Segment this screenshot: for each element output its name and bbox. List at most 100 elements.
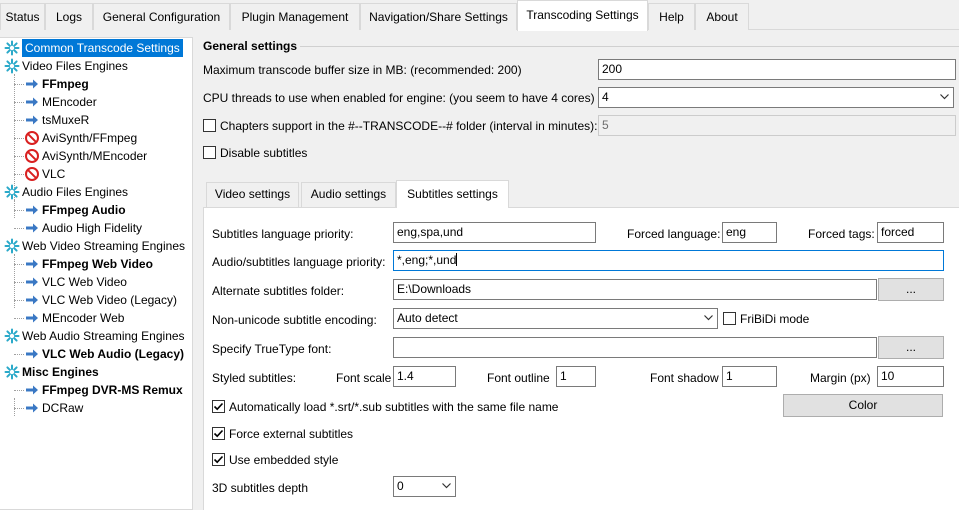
- subtitle-encoding-select[interactable]: Auto detect: [393, 308, 718, 329]
- tree-connector: [14, 390, 24, 391]
- cpu-threads-select[interactable]: 4: [598, 87, 954, 108]
- tab-video-settings[interactable]: Video settings: [206, 182, 299, 207]
- arrow-right-icon: [24, 274, 40, 290]
- subtitles-language-priority-input[interactable]: eng,spa,und: [393, 222, 596, 243]
- arrow-right-icon: [24, 382, 40, 398]
- font-scale-input[interactable]: 1.4: [393, 366, 456, 387]
- font-outline-input[interactable]: 1: [556, 366, 596, 387]
- tree-connector: [14, 318, 24, 319]
- font-shadow-label: Font shadow: [650, 371, 719, 385]
- tree-item-label: tsMuxeR: [42, 113, 90, 127]
- tab-audio-settings[interactable]: Audio settings: [301, 182, 396, 207]
- alternate-folder-input[interactable]: E:\Downloads: [393, 279, 877, 300]
- truetype-font-input[interactable]: [393, 337, 877, 358]
- arrow-right-icon: [24, 112, 40, 128]
- arrow-right-icon: [24, 76, 40, 92]
- text-cursor: [456, 253, 458, 266]
- tree-item-label: FFmpeg DVR-MS Remux: [42, 383, 183, 397]
- audio-subtitles-priority-label: Audio/subtitles language priority:: [212, 255, 386, 269]
- tree-connector: [14, 138, 24, 139]
- tab-navigation-share-settings[interactable]: Navigation/Share Settings: [360, 3, 517, 30]
- tab-about[interactable]: About: [695, 3, 749, 30]
- tree-connector: [14, 264, 24, 265]
- tree-item-label: DCRaw: [42, 401, 84, 415]
- forced-tags-input[interactable]: forced: [877, 222, 944, 243]
- margin-input[interactable]: 10: [877, 366, 944, 387]
- subtitle-encoding-value: Auto detect: [397, 311, 458, 325]
- forced-language-input[interactable]: eng: [722, 222, 777, 243]
- gear-icon: [4, 328, 20, 344]
- browse-folder-button[interactable]: ...: [878, 278, 944, 301]
- force-external-label: Force external subtitles: [229, 427, 354, 441]
- tab-subtitles-settings[interactable]: Subtitles settings: [396, 180, 509, 208]
- fribidi-checkbox[interactable]: [723, 312, 736, 325]
- tree-connector: [14, 398, 15, 416]
- gear-icon: [4, 364, 20, 380]
- tree-item-label: VLC Web Video (Legacy): [42, 293, 177, 307]
- group-divider: [300, 46, 959, 47]
- font-shadow-input[interactable]: 1: [722, 366, 777, 387]
- disable-subtitles-checkbox[interactable]: [203, 146, 216, 159]
- tree-connector: [14, 102, 24, 103]
- disabled-icon: [24, 148, 40, 164]
- tree-item-label: Web Audio Streaming Engines: [22, 329, 185, 343]
- tree-item-label: Audio Files Engines: [22, 185, 129, 199]
- tree-connector: [14, 354, 24, 355]
- buffer-size-input[interactable]: 200: [598, 59, 956, 80]
- tree-item-label: Web Video Streaming Engines: [22, 239, 185, 253]
- tree-connector: [14, 200, 15, 218]
- fribidi-label: FriBiDi mode: [740, 312, 810, 326]
- tree-item-label: AviSynth/MEncoder: [42, 149, 148, 163]
- font-scale-label: Font scale: [336, 371, 392, 385]
- gear-icon: [4, 58, 20, 74]
- tree-item-label: Common Transcode Settings: [22, 39, 183, 57]
- gear-icon: [4, 238, 20, 254]
- disabled-icon: [24, 166, 40, 182]
- subtitles-depth-value: 0: [397, 479, 404, 493]
- tree-connector: [14, 84, 24, 85]
- arrow-right-icon: [24, 256, 40, 272]
- tree-connector: [14, 120, 24, 121]
- styled-subtitles-label: Styled subtitles:: [212, 371, 297, 385]
- subtitles-depth-select[interactable]: 0: [393, 476, 456, 497]
- checkmark-icon: [213, 402, 224, 411]
- checkmark-icon: [213, 429, 224, 438]
- browse-font-button[interactable]: ...: [878, 336, 944, 359]
- color-button[interactable]: Color: [783, 394, 943, 417]
- buffer-size-label: Maximum transcode buffer size in MB: (re…: [203, 63, 522, 77]
- tree-item-label: FFmpeg: [42, 77, 89, 91]
- tree-connector: [14, 174, 24, 175]
- tree-item-label: MEncoder Web: [42, 311, 125, 325]
- force-external-checkbox[interactable]: [212, 427, 225, 440]
- tree-connector: [14, 74, 15, 200]
- forced-language-label: Forced language:: [627, 227, 721, 241]
- general-settings-heading: General settings: [203, 39, 298, 53]
- tab-status[interactable]: Status: [0, 3, 45, 30]
- arrow-right-icon: [24, 202, 40, 218]
- disable-subtitles-label: Disable subtitles: [220, 146, 308, 160]
- tab-help[interactable]: Help: [648, 3, 695, 30]
- tab-plugin-management[interactable]: Plugin Management: [230, 3, 360, 30]
- audio-subtitles-priority-value: *,eng;*,und: [397, 253, 457, 267]
- subtitle-encoding-label: Non-unicode subtitle encoding:: [212, 313, 377, 327]
- arrow-right-icon: [24, 220, 40, 236]
- tree-connector: [14, 228, 24, 229]
- tab-logs[interactable]: Logs: [45, 3, 93, 30]
- tab-transcoding-settings[interactable]: Transcoding Settings: [517, 0, 648, 31]
- tree-item-label: VLC Web Video: [42, 275, 127, 289]
- audio-subtitles-priority-input[interactable]: *,eng;*,und: [393, 250, 944, 271]
- embedded-style-checkbox[interactable]: [212, 453, 225, 466]
- arrow-right-icon: [24, 400, 40, 416]
- cpu-threads-label: CPU threads to use when enabled for engi…: [203, 91, 595, 105]
- tab-general-configuration[interactable]: General Configuration: [93, 3, 230, 30]
- disabled-icon: [24, 130, 40, 146]
- tree-connector: [14, 156, 24, 157]
- chapters-interval-input[interactable]: 5: [598, 115, 956, 136]
- chapters-checkbox[interactable]: [203, 119, 216, 132]
- chapters-label: Chapters support in the #--TRANSCODE--# …: [220, 119, 598, 133]
- main-tab-bar: Status Logs General Configuration Plugin…: [0, 0, 959, 31]
- autoload-subtitles-checkbox[interactable]: [212, 400, 225, 413]
- tree-item-label: FFmpeg Web Video: [42, 257, 153, 271]
- gear-icon: [4, 184, 20, 200]
- tree-item-label: MEncoder: [42, 95, 97, 109]
